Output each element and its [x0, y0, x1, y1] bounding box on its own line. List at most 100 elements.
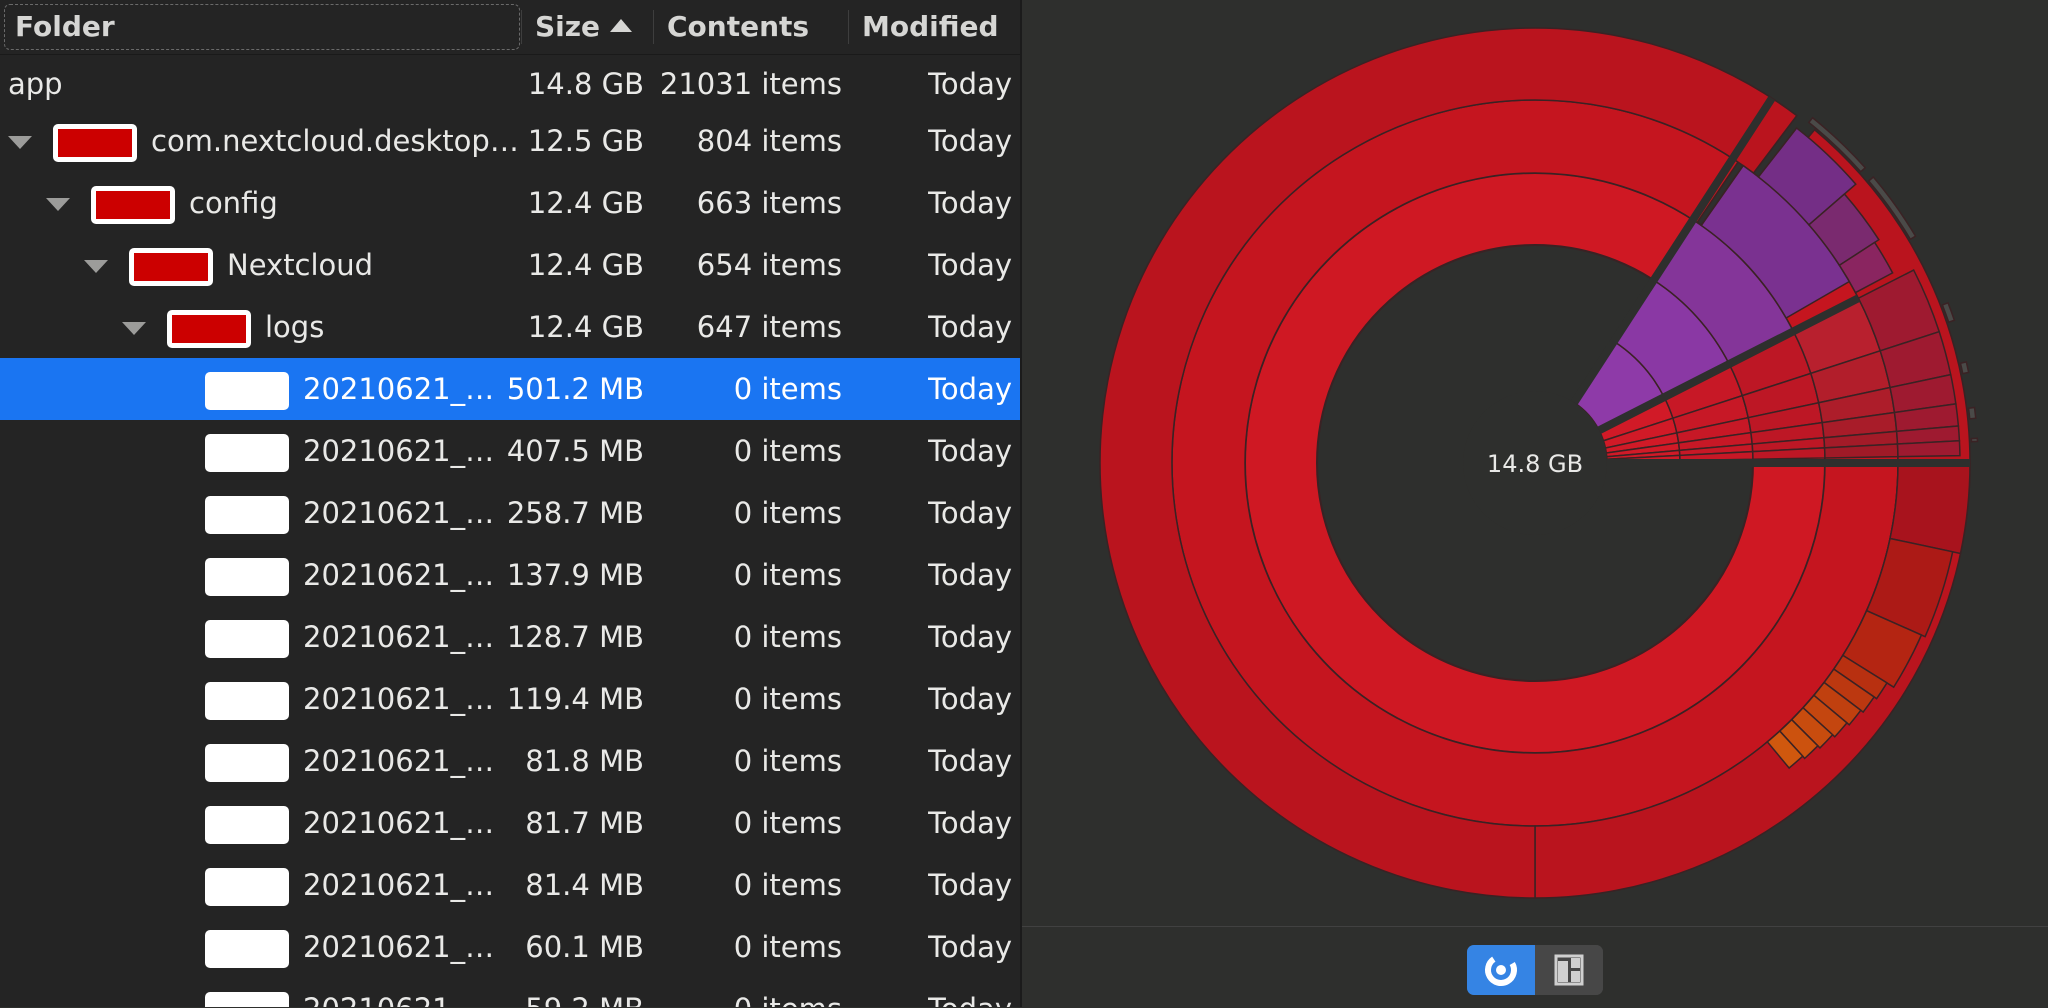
folder-row[interactable]: 20210621_… 128.7 MB 0 items Today — [0, 606, 1020, 668]
folder-modified: Today — [928, 496, 1012, 530]
file-color-icon — [205, 496, 289, 534]
folder-size: 12.4 GB — [527, 186, 644, 220]
ring-segment[interactable] — [1889, 462, 1971, 555]
file-color-icon — [205, 558, 289, 596]
ring-outer-tick[interactable] — [1967, 406, 1977, 420]
folder-name: com.nextcloud.desktop… — [151, 124, 519, 158]
folder-contents: 0 items — [734, 978, 842, 1007]
folder-name: app — [8, 67, 63, 101]
folder-modified: Today — [928, 186, 1012, 220]
ring-outer-tick[interactable] — [1970, 437, 1979, 443]
folder-name: 20210621_… — [303, 868, 495, 902]
folder-size: 60.1 MB — [525, 930, 644, 964]
file-color-icon — [205, 930, 289, 968]
folder-name: 20210621_… — [303, 806, 495, 840]
folder-row[interactable]: 20210621_… 137.9 MB 0 items Today — [0, 544, 1020, 606]
file-color-icon — [205, 992, 289, 1007]
view-switcher — [1467, 945, 1603, 995]
ring-chart-pane: 14.8 GB — [1022, 0, 2048, 926]
column-separator — [848, 10, 849, 44]
folder-size: 12.4 GB — [527, 310, 644, 344]
ring-chart[interactable]: 14.8 GB — [1022, 0, 2048, 926]
treemap-icon — [1554, 954, 1584, 986]
folder-name: 20210621_… — [303, 434, 495, 468]
folder-size: 119.4 MB — [506, 682, 644, 716]
folder-name: 20210621_… — [303, 744, 495, 778]
expander-arrow-icon[interactable] — [46, 198, 70, 211]
folder-modified: Today — [928, 806, 1012, 840]
folder-modified: Today — [928, 248, 1012, 282]
folder-contents: 21031 items — [659, 67, 842, 101]
folder-tree: app 14.8 GB 21031 items Today com.nextcloud.… — [0, 58, 1020, 1007]
folder-modified: Today — [928, 868, 1012, 902]
column-header-folder[interactable]: Folder — [4, 4, 520, 50]
folder-name: Nextcloud — [227, 248, 374, 282]
folder-modified: Today — [928, 930, 1012, 964]
column-header-size[interactable]: Size — [525, 6, 655, 48]
folder-size: 258.7 MB — [506, 496, 644, 530]
file-color-icon — [205, 372, 289, 410]
folder-name: config — [189, 186, 278, 220]
folder-row[interactable]: 20210621_… 258.7 MB 0 items Today — [0, 482, 1020, 544]
folder-modified: Today — [928, 744, 1012, 778]
folder-size: 128.7 MB — [506, 620, 644, 654]
folder-row[interactable]: com.nextcloud.desktop… 12.5 GB 804 items To… — [0, 110, 1020, 172]
folder-contents: 804 items — [696, 124, 842, 158]
expander-arrow-icon[interactable] — [122, 322, 146, 335]
folder-row[interactable]: Nextcloud 12.4 GB 654 items Today — [0, 234, 1020, 296]
ring-chart-view-button[interactable] — [1467, 945, 1535, 995]
folder-row[interactable]: 20210621_… 407.5 MB 0 items Today — [0, 420, 1020, 482]
treemap-view-button[interactable] — [1535, 945, 1603, 995]
folder-contents: 0 items — [733, 620, 842, 654]
folder-modified: Today — [928, 620, 1012, 654]
folder-row[interactable]: 20210621_… 81.8 MB 0 items Today — [0, 730, 1020, 792]
folder-row[interactable]: 20210621_… 501.2 MB 0 items Today — [0, 358, 1020, 420]
folder-row[interactable]: 20210621_… 81.7 MB 0 items Today — [0, 792, 1020, 854]
sort-ascending-icon — [610, 18, 633, 32]
folder-modified: Today — [928, 372, 1012, 406]
folder-row[interactable]: config 12.4 GB 663 items Today — [0, 172, 1020, 234]
folder-list-pane: Folder Size Contents Modified app 14.8 GB… — [0, 0, 1020, 1007]
folder-size: 407.5 MB — [506, 434, 644, 468]
folder-contents: 0 items — [733, 496, 842, 530]
folder-name: 20210621_… — [303, 930, 495, 964]
folder-modified: Today — [928, 124, 1012, 158]
column-header-contents-label: Contents — [667, 10, 810, 43]
folder-row[interactable]: logs 12.4 GB 647 items Today — [0, 296, 1020, 358]
column-separator — [653, 10, 654, 44]
folder-contents: 0 items — [733, 682, 842, 716]
folder-size: 81.8 MB — [525, 744, 644, 778]
expander-arrow-icon[interactable] — [84, 260, 108, 273]
folder-contents: 0 items — [733, 868, 842, 902]
folder-color-icon — [53, 124, 137, 162]
folder-contents: 663 items — [696, 186, 842, 220]
folder-row[interactable]: 20210621_… 59.2 MB 0 items Today — [0, 978, 1020, 1007]
folder-contents: 0 items — [733, 930, 842, 964]
folder-row[interactable]: 20210621_… 60.1 MB 0 items Today — [0, 916, 1020, 978]
folder-row[interactable]: app 14.8 GB 21031 items Today — [0, 58, 1020, 110]
ring-segment[interactable] — [1896, 439, 1961, 458]
folder-size: 14.8 GB — [527, 67, 644, 101]
folder-name: 20210621_… — [303, 682, 495, 716]
expander-arrow-icon[interactable] — [8, 136, 32, 149]
folder-modified: Today — [928, 67, 1012, 101]
folder-name: 20210621_… — [303, 558, 495, 592]
folder-modified: Today — [928, 682, 1012, 716]
ring-outer-tick[interactable] — [1959, 360, 1970, 375]
folder-row[interactable]: 20210621_… 119.4 MB 0 items Today — [0, 668, 1020, 730]
folder-row[interactable]: 20210621_… 81.4 MB 0 items Today — [0, 854, 1020, 916]
file-color-icon — [205, 868, 289, 906]
column-header-bar: Folder Size Contents Modified — [0, 0, 1020, 55]
column-header-modified[interactable]: Modified — [852, 6, 1020, 48]
folder-contents: 0 items — [733, 372, 842, 406]
column-header-contents[interactable]: Contents — [657, 6, 847, 48]
folder-size: 137.9 MB — [506, 558, 644, 592]
folder-contents: 647 items — [696, 310, 842, 344]
folder-contents: 0 items — [733, 744, 842, 778]
file-color-icon — [205, 434, 289, 472]
folder-contents: 0 items — [733, 806, 842, 840]
folder-size: 501.2 MB — [506, 372, 644, 406]
folder-color-icon — [167, 310, 251, 348]
folder-name: 20210621_… — [303, 978, 494, 1007]
folder-modified: Today — [928, 978, 1012, 1007]
